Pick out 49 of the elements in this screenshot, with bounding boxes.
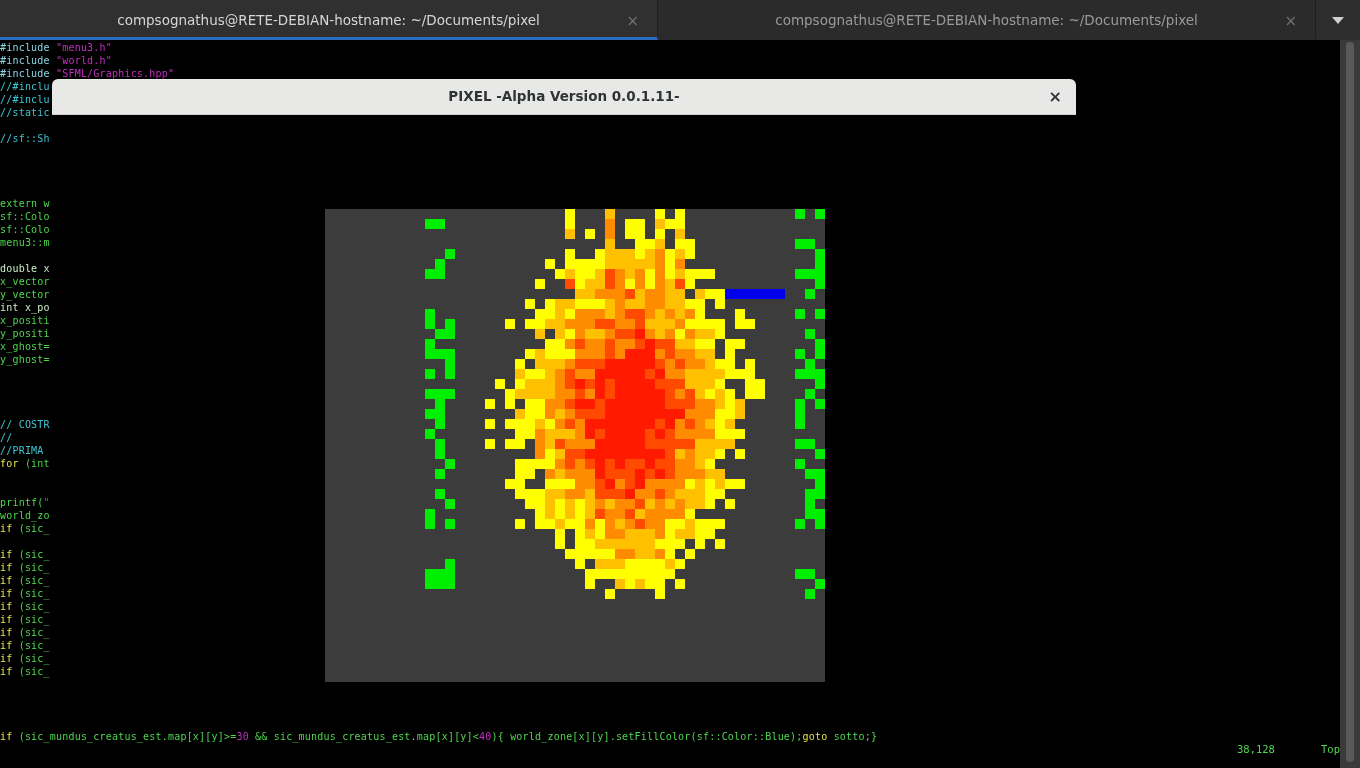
code-line: if (sic_ [0, 561, 50, 574]
window-title: PIXEL -Alpha Version 0.0.1.11- [448, 87, 680, 107]
close-button[interactable]: × [1044, 85, 1066, 109]
code-line: double x [0, 262, 50, 275]
code-line: if (sic_mundus_creatus_est.map[x][y]>=30 && sic_mundus_creatus_est.map[x][y]<40){ world_zone[x][y].setFillColor(sf::Color::Blue);goto sotto;} [0, 730, 878, 743]
code-line: x_vector [0, 275, 50, 288]
code-line: x_ghost= [0, 340, 50, 353]
code-line: if (sic_ [0, 587, 50, 600]
code-line: sf::Colo [0, 223, 50, 236]
code-line: x_positi [0, 314, 50, 327]
code-line: #include "menu3.h" [0, 41, 112, 54]
tab-title: compsognathus@RETE-DEBIAN-hostname: ~/Documents/pixel [775, 10, 1198, 30]
code-line: y_positi [0, 327, 50, 340]
code-line: if (sic_ [0, 665, 50, 678]
code-line: if (sic_ [0, 652, 50, 665]
code-line: //PRIMA [0, 444, 44, 457]
code-line: // COSTR [0, 418, 50, 431]
code-line: //sf::Sh [0, 132, 50, 145]
code-line: if (sic_ [0, 613, 50, 626]
code-line: if (sic_ [0, 522, 50, 535]
code-line: extern w [0, 197, 50, 210]
code-line: if (sic_ [0, 574, 50, 587]
code-line: //#inclu [0, 80, 50, 93]
tab-title: compsognathus@RETE-DEBIAN-hostname: ~/Documents/pixel [117, 10, 540, 30]
code-line: y_vector [0, 288, 50, 301]
code-line: #include "world.h" [0, 54, 112, 67]
code-line: //static [0, 106, 50, 119]
code-line: if (sic_ [0, 548, 50, 561]
code-line: for (int [0, 457, 50, 470]
scrollbar[interactable] [1340, 40, 1360, 768]
code-line: world_zo [0, 509, 50, 522]
code-line: if (sic_ [0, 639, 50, 652]
code-line: menu3::m [0, 236, 50, 249]
close-icon[interactable]: × [1284, 10, 1297, 33]
scrollbar-thumb[interactable] [1346, 42, 1354, 762]
code-line: #include "SFML/Graphics.hpp" [0, 67, 175, 80]
dropdown-caret-icon[interactable] [1332, 16, 1344, 24]
close-icon[interactable]: × [626, 10, 639, 33]
code-line: int x_po [0, 301, 50, 314]
code-line: //#inclu [0, 93, 50, 106]
code-line: printf(" [0, 496, 50, 509]
terminal-tab[interactable]: compsognathus@RETE-DEBIAN-hostname: ~/Documents/pixel × [0, 0, 658, 40]
code-line: y_ghost= [0, 353, 50, 366]
scroll-position: Top [1321, 742, 1340, 758]
code-line: sf::Colo [0, 210, 50, 223]
code-line: // [0, 431, 13, 444]
code-line: if (sic_ [0, 626, 50, 639]
cursor-position: 38,128 [1237, 742, 1275, 758]
code-line: if (sic_ [0, 600, 50, 613]
